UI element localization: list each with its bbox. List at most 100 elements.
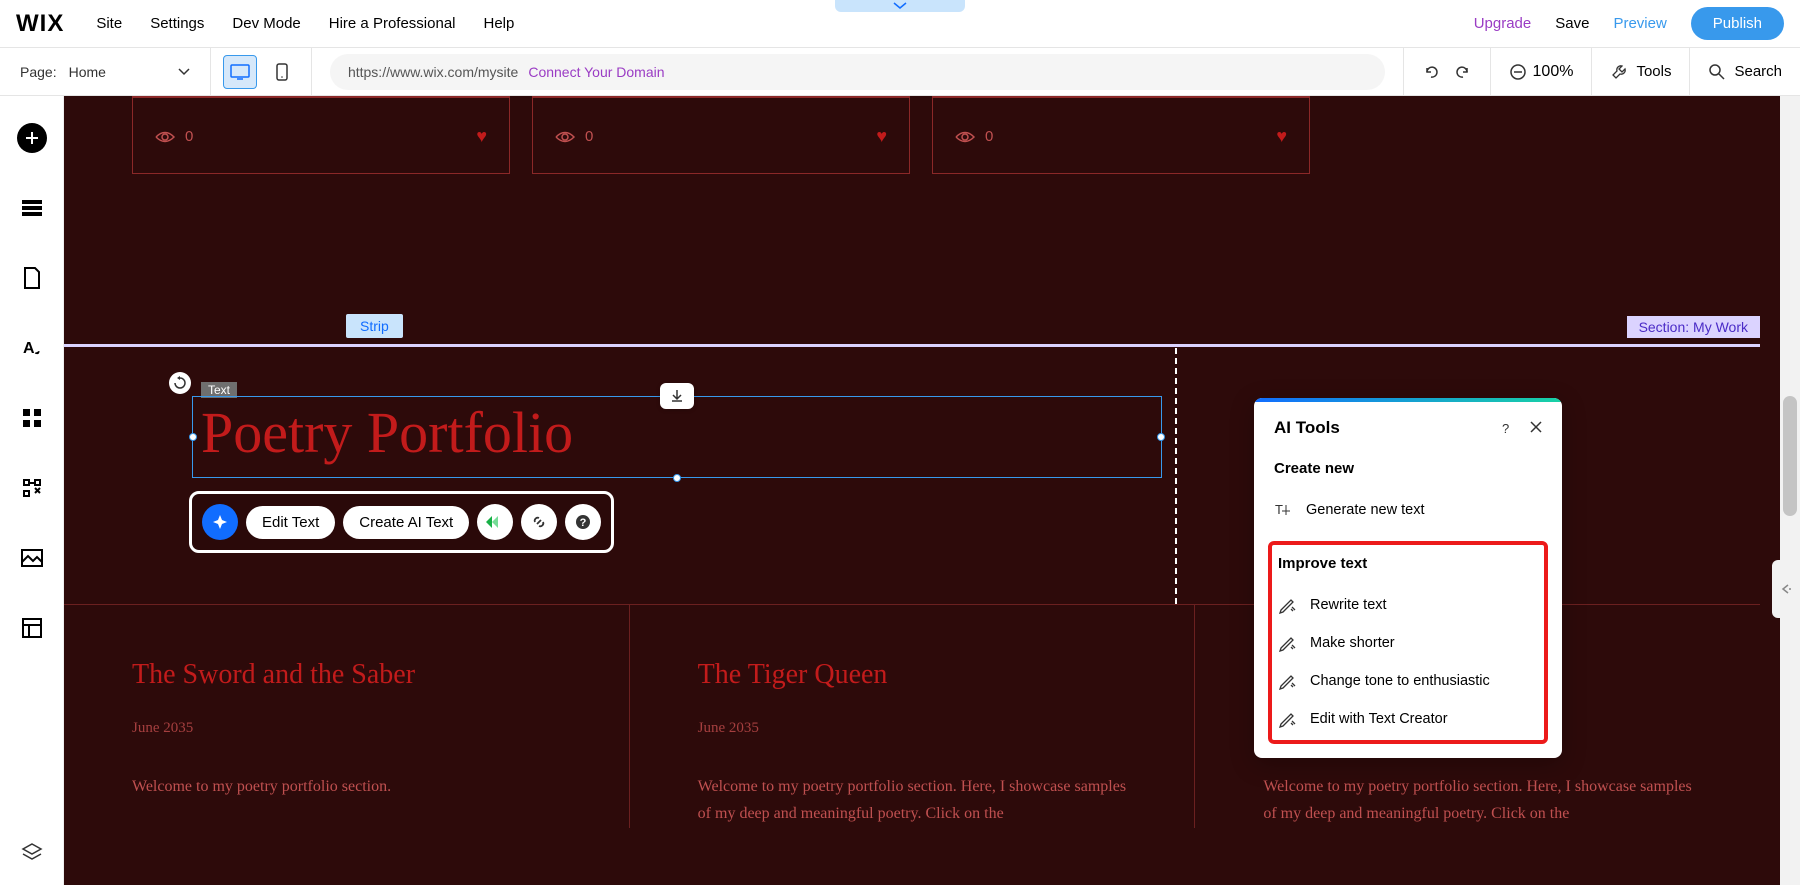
svg-text:A: A <box>23 340 35 357</box>
ai-panel-title: AI Tools <box>1274 418 1340 438</box>
add-element-button[interactable] <box>14 120 50 156</box>
link-button[interactable] <box>521 504 557 540</box>
design-button[interactable]: A <box>14 330 50 366</box>
apps-button[interactable] <box>14 400 50 436</box>
create-ai-text-button[interactable]: Create AI Text <box>343 506 469 539</box>
resize-handle-bottom[interactable] <box>673 474 681 482</box>
section-label[interactable]: Section: My Work <box>1627 316 1760 338</box>
edit-text-button[interactable]: Edit Text <box>246 506 335 539</box>
zoom-out-icon <box>1509 63 1527 81</box>
redo-button[interactable] <box>1454 63 1472 81</box>
resize-handle-left[interactable] <box>189 433 197 441</box>
generate-new-text-action[interactable]: T Generate new text <box>1274 491 1542 529</box>
strip-label[interactable]: Strip <box>346 314 403 338</box>
eye-icon <box>955 130 975 144</box>
post-card[interactable]: 0 ♥ <box>932 96 1310 174</box>
connect-domain-link[interactable]: Connect Your Domain <box>528 64 664 80</box>
tone-label: Change tone to enthusiastic <box>1310 673 1490 689</box>
shorter-label: Make shorter <box>1310 635 1395 651</box>
poem-column[interactable]: The Tiger Queen June 2035 Welcome to my … <box>630 605 1196 828</box>
poem-column[interactable]: The Sword and the Saber June 2035 Welcom… <box>64 605 630 828</box>
site-url: https://www.wix.com/mysite <box>348 64 518 80</box>
ai-close-icon[interactable] <box>1530 421 1542 435</box>
desktop-view-button[interactable] <box>223 55 257 89</box>
poem-title: The Tiger Queen <box>698 655 1127 694</box>
poem-body: Welcome to my poetry portfolio section. … <box>698 773 1127 827</box>
post-card[interactable]: 0 ♥ <box>132 96 510 174</box>
search-button[interactable]: Search <box>1689 48 1800 95</box>
zoom-value: 100% <box>1533 63 1574 81</box>
pages-button[interactable] <box>14 260 50 296</box>
zoom-control[interactable]: 100% <box>1490 48 1592 95</box>
text-selection-box[interactable]: Poetry Portfolio <box>192 396 1162 478</box>
tools-button[interactable]: Tools <box>1591 48 1689 95</box>
post-card[interactable]: 0 ♥ <box>532 96 910 174</box>
poem-body: Welcome to my poetry portfolio section. <box>132 773 561 800</box>
business-button[interactable] <box>14 470 50 506</box>
layers-button[interactable] <box>20 841 44 865</box>
preview-button[interactable]: Preview <box>1613 15 1666 32</box>
heart-icon[interactable]: ♥ <box>476 126 487 147</box>
undo-redo-group <box>1403 48 1490 95</box>
page-selector[interactable]: Page: Home <box>0 48 211 95</box>
wrench-icon <box>1610 63 1628 81</box>
collapse-handle[interactable] <box>835 0 965 12</box>
media-button[interactable] <box>14 540 50 576</box>
poem-date: June 2035 <box>132 720 561 737</box>
change-tone-action[interactable]: Change tone to enthusiastic <box>1278 662 1538 700</box>
url-bar[interactable]: https://www.wix.com/mysite Connect Your … <box>330 54 1385 90</box>
guide-line <box>1175 348 1177 604</box>
heart-icon[interactable]: ♥ <box>1276 126 1287 147</box>
device-toggle <box>211 48 312 95</box>
poem-body: Welcome to my poetry portfolio section. … <box>1263 773 1692 827</box>
animation-button[interactable] <box>477 504 513 540</box>
left-rail: A <box>0 96 64 885</box>
rewrite-text-action[interactable]: Rewrite text <box>1278 586 1538 624</box>
help-button[interactable]: ? <box>565 504 601 540</box>
make-shorter-action[interactable]: Make shorter <box>1278 624 1538 662</box>
pencil-icon <box>1278 634 1296 652</box>
menu-hire[interactable]: Hire a Professional <box>329 15 456 32</box>
text-toolbar: Edit Text Create AI Text ? <box>189 491 614 553</box>
view-count: 0 <box>985 128 993 145</box>
sub-bar: Page: Home https://www.wix.com/mysite Co… <box>0 48 1800 96</box>
improve-text-highlight: Improve text Rewrite text Make shorter C… <box>1268 541 1548 744</box>
menu-site[interactable]: Site <box>96 15 122 32</box>
download-icon[interactable] <box>660 383 694 409</box>
wix-logo: WIX <box>16 10 64 38</box>
resize-handle-right[interactable] <box>1157 433 1165 441</box>
publish-button[interactable]: Publish <box>1691 7 1784 40</box>
eye-icon <box>555 130 575 144</box>
scrollbar-track[interactable] <box>1780 96 1800 885</box>
view-count: 0 <box>185 128 193 145</box>
menu-devmode[interactable]: Dev Mode <box>232 15 300 32</box>
canvas-wrapper: 0 ♥ 0 ♥ 0 ♥ Strip <box>64 96 1800 885</box>
edit-text-creator-action[interactable]: Edit with Text Creator <box>1278 700 1538 738</box>
chevron-down-icon <box>178 68 190 76</box>
save-button[interactable]: Save <box>1555 15 1589 32</box>
svg-text:?: ? <box>580 517 587 529</box>
page-label: Page: <box>20 64 57 80</box>
pencil-icon <box>1278 596 1296 614</box>
page-name: Home <box>69 64 106 80</box>
sections-button[interactable] <box>14 190 50 226</box>
tools-label: Tools <box>1636 63 1671 80</box>
text-element-badge: Text <box>169 372 191 394</box>
cms-button[interactable] <box>14 610 50 646</box>
mobile-view-button[interactable] <box>265 55 299 89</box>
heart-icon[interactable]: ♥ <box>876 126 887 147</box>
rewrite-label: Rewrite text <box>1310 597 1387 613</box>
menu-help[interactable]: Help <box>484 15 515 32</box>
menu-settings[interactable]: Settings <box>150 15 204 32</box>
side-collapse-handle[interactable] <box>1772 560 1800 618</box>
create-new-heading: Create new <box>1274 460 1542 477</box>
ai-tools-panel: AI Tools ? Create new T Generate new tex… <box>1254 398 1562 758</box>
scrollbar-thumb[interactable] <box>1783 396 1797 516</box>
ai-help-icon[interactable]: ? <box>1498 421 1512 435</box>
ai-sparkle-button[interactable] <box>202 504 238 540</box>
top-menu: Site Settings Dev Mode Hire a Profession… <box>96 15 514 32</box>
revision-icon[interactable] <box>169 372 191 394</box>
svg-text:T: T <box>1275 502 1283 517</box>
upgrade-link[interactable]: Upgrade <box>1474 15 1532 32</box>
undo-button[interactable] <box>1422 63 1440 81</box>
